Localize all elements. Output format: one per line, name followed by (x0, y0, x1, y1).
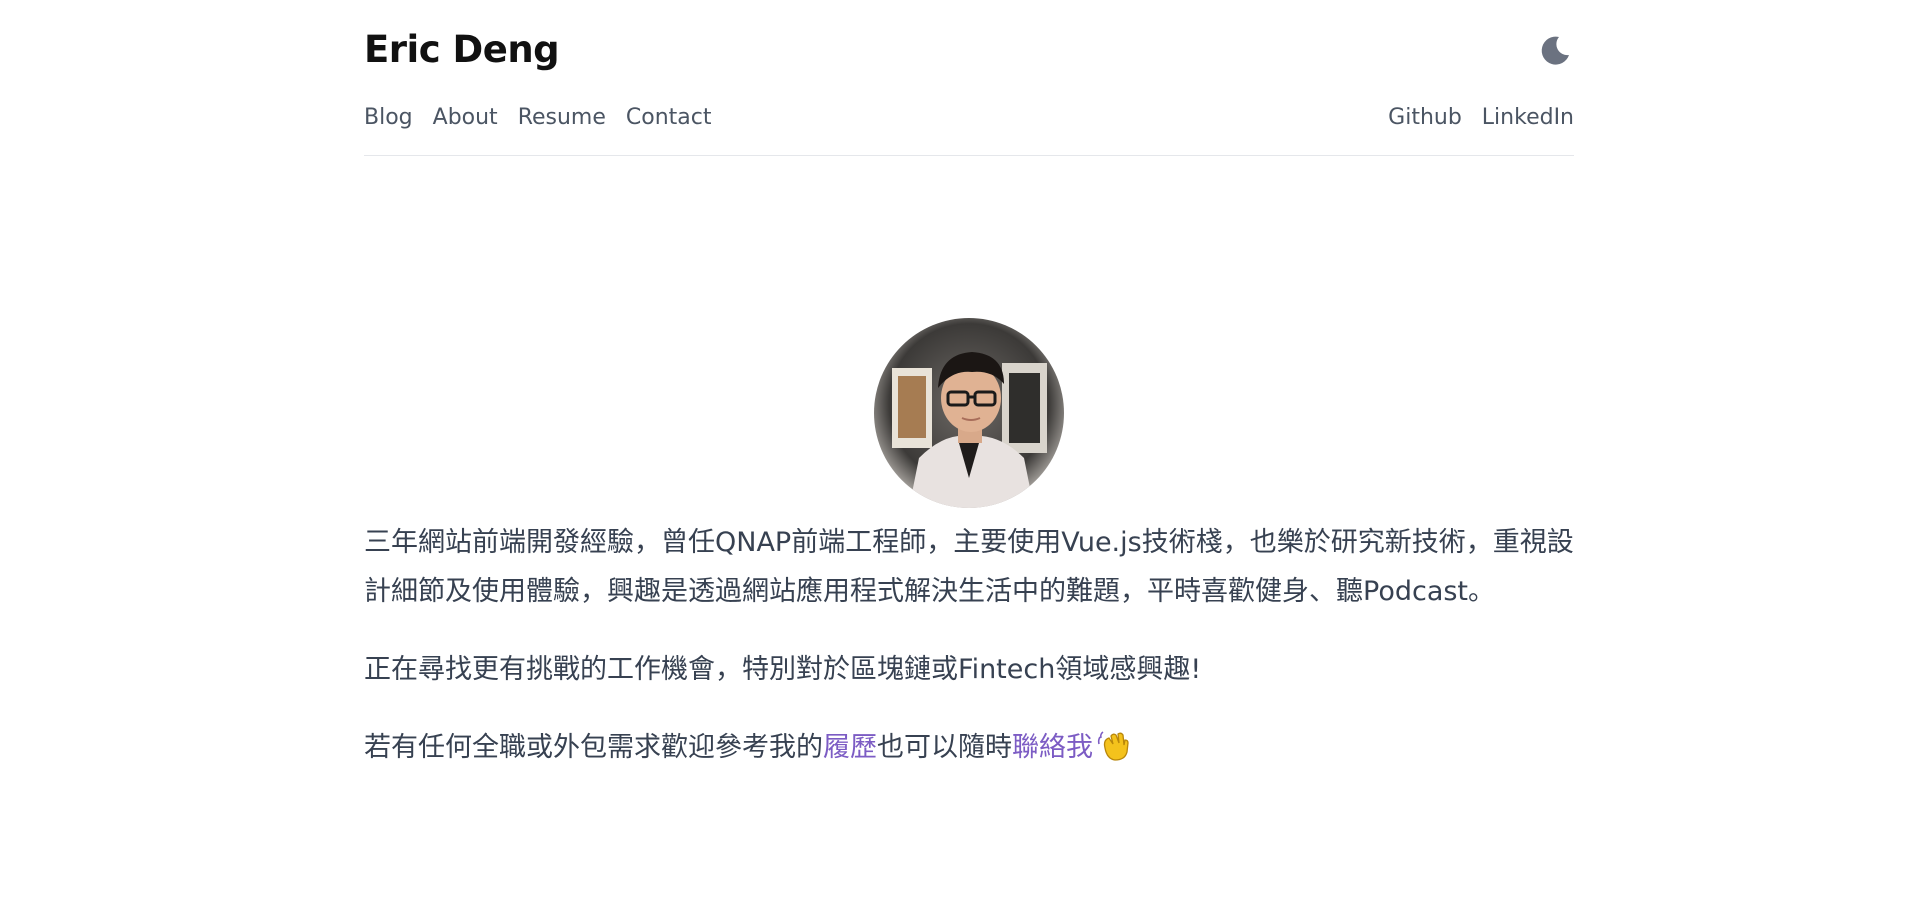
nav-contact-link[interactable]: Contact (626, 100, 712, 136)
bio-section: 三年網站前端開發經驗，曾任QNAP前端工程師，主要使用Vue.js技術棧，也樂於… (364, 518, 1574, 801)
nav-bar: Blog About Resume Contact Github LinkedI… (364, 100, 1574, 136)
nav-blog-link[interactable]: Blog (364, 100, 413, 136)
profile-photo (874, 318, 1064, 508)
nav-primary: Blog About Resume Contact (364, 100, 712, 136)
bio-contact-prefix: 若有任何全職或外包需求歡迎參考我的 (364, 732, 823, 763)
avatar (874, 318, 1064, 508)
nav-github-link[interactable]: Github (1388, 100, 1462, 136)
nav-linkedin-link[interactable]: LinkedIn (1482, 100, 1574, 136)
header-divider (364, 155, 1574, 156)
bio-contact-middle: 也可以隨時 (877, 732, 1012, 763)
nav-about-link[interactable]: About (433, 100, 498, 136)
bio-paragraph-contact: 若有任何全職或外包需求歡迎參考我的履歷也可以隨時聯絡我 (364, 723, 1574, 772)
bio-paragraph-goal: 正在尋找更有挑戰的工作機會，特別對於區塊鏈或Fintech領域感興趣! (364, 654, 1202, 685)
resume-link[interactable]: 履歷 (823, 732, 877, 763)
page-container: Eric Deng Blog About Resume Contact Gith… (364, 0, 1574, 763)
theme-toggle-button[interactable] (1538, 32, 1574, 68)
nav-social: Github LinkedIn (1388, 100, 1574, 136)
moon-icon (1541, 36, 1569, 65)
contact-link[interactable]: 聯絡我 (1012, 732, 1093, 763)
site-header: Eric Deng (364, 0, 1574, 100)
site-title[interactable]: Eric Deng (364, 26, 560, 74)
waving-hand-icon (1097, 728, 1131, 762)
bio-paragraph-intro: 三年網站前端開發經驗，曾任QNAP前端工程師，主要使用Vue.js技術棧，也樂於… (364, 527, 1574, 607)
nav-resume-link[interactable]: Resume (518, 100, 606, 136)
